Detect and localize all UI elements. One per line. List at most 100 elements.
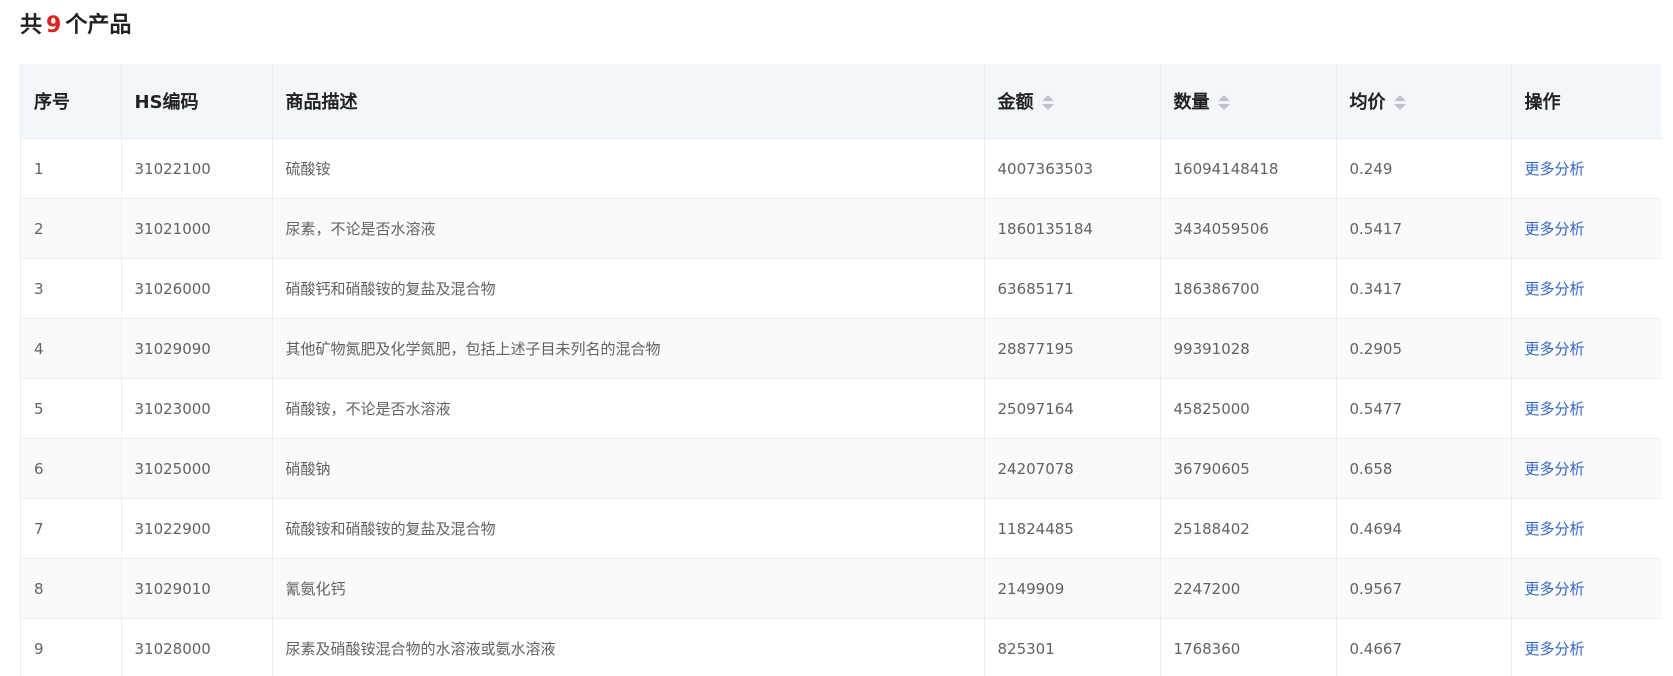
cell-unit-price: 0.5417 xyxy=(1336,198,1512,259)
cell-description: 硫酸铵 xyxy=(272,138,985,199)
cell-description: 硝酸铵，不论是否水溶液 xyxy=(272,378,985,439)
cell-quantity: 3434059506 xyxy=(1160,198,1337,259)
more-analysis-link[interactable]: 更多分析 xyxy=(1525,640,1585,658)
cell-index: 3 xyxy=(21,258,122,319)
more-analysis-link[interactable]: 更多分析 xyxy=(1525,340,1585,358)
cell-description: 氰氨化钙 xyxy=(272,558,985,619)
cell-unit-price: 0.9567 xyxy=(1336,558,1512,619)
header-action-label: 操作 xyxy=(1524,92,1561,113)
cell-index: 4 xyxy=(21,318,122,379)
header-unit-price-label: 均价 xyxy=(1349,92,1386,113)
header-index-label: 序号 xyxy=(34,92,70,113)
cell-unit-price: 0.4667 xyxy=(1336,618,1512,676)
cell-action: 更多分析 xyxy=(1511,258,1661,319)
cell-description: 尿素，不论是否水溶液 xyxy=(272,198,985,259)
table-row: 2 31021000 尿素，不论是否水溶液 1860135184 3434059… xyxy=(21,198,1661,259)
cell-hs-code: 31026000 xyxy=(121,258,273,319)
cell-action: 更多分析 xyxy=(1511,498,1661,559)
summary-suffix: 个产品 xyxy=(65,13,132,38)
header-index: 序号 xyxy=(21,64,122,139)
cell-unit-price: 0.5477 xyxy=(1336,378,1512,439)
table-body: 1 31022100 硫酸铵 4007363503 16094148418 0.… xyxy=(21,138,1661,676)
product-table: 序号 HS编码 商品描述 金额 数量 均价 操作 1 31022100 硫酸铵 … xyxy=(21,64,1661,676)
table-row: 7 31022900 硫酸铵和硝酸铵的复盐及混合物 11824485 25188… xyxy=(21,498,1661,559)
product-count: 9 xyxy=(46,13,62,38)
cell-unit-price: 0.2905 xyxy=(1336,318,1512,379)
product-table-container: 序号 HS编码 商品描述 金额 数量 均价 操作 1 31022100 硫酸铵 … xyxy=(20,64,1661,676)
header-amount-label: 金额 xyxy=(997,92,1034,113)
cell-action: 更多分析 xyxy=(1511,318,1661,379)
cell-amount: 4007363503 xyxy=(984,138,1161,199)
more-analysis-link[interactable]: 更多分析 xyxy=(1525,520,1585,538)
sort-unit-price-icon[interactable] xyxy=(1393,95,1406,111)
table-row: 6 31025000 硝酸钠 24207078 36790605 0.658 更… xyxy=(21,438,1661,499)
cell-quantity: 25188402 xyxy=(1160,498,1337,559)
cell-amount: 2149909 xyxy=(984,558,1161,619)
header-action: 操作 xyxy=(1511,64,1661,139)
cell-hs-code: 31029010 xyxy=(121,558,273,619)
cell-description: 硝酸钠 xyxy=(272,438,985,499)
more-analysis-link[interactable]: 更多分析 xyxy=(1525,280,1585,298)
cell-index: 5 xyxy=(21,378,122,439)
table-row: 3 31026000 硝酸钙和硝酸铵的复盐及混合物 63685171 18638… xyxy=(21,258,1661,319)
cell-amount: 63685171 xyxy=(984,258,1161,319)
cell-quantity: 99391028 xyxy=(1160,318,1337,379)
sort-quantity-icon[interactable] xyxy=(1217,95,1230,111)
more-analysis-link[interactable]: 更多分析 xyxy=(1525,460,1585,478)
cell-amount: 28877195 xyxy=(984,318,1161,379)
cell-action: 更多分析 xyxy=(1511,558,1661,619)
product-list-page: 共 9 个产品 序号 HS编码 商品描述 金额 数量 均价 操作 1 31022… xyxy=(0,0,1673,676)
table-row: 9 31028000 尿素及硝酸铵混合物的水溶液或氨水溶液 825301 176… xyxy=(21,618,1661,676)
header-description-label: 商品描述 xyxy=(285,92,358,113)
cell-hs-code: 31022900 xyxy=(121,498,273,559)
cell-amount: 1860135184 xyxy=(984,198,1161,259)
cell-description: 其他矿物氮肥及化学氮肥，包括上述子目未列名的混合物 xyxy=(272,318,985,379)
cell-unit-price: 0.3417 xyxy=(1336,258,1512,319)
cell-unit-price: 0.249 xyxy=(1336,138,1512,199)
sort-amount-icon[interactable] xyxy=(1041,95,1054,111)
header-hs-code: HS编码 xyxy=(121,64,273,139)
cell-hs-code: 31025000 xyxy=(121,438,273,499)
more-analysis-link[interactable]: 更多分析 xyxy=(1525,220,1585,238)
cell-description: 尿素及硝酸铵混合物的水溶液或氨水溶液 xyxy=(272,618,985,676)
cell-description: 硝酸钙和硝酸铵的复盐及混合物 xyxy=(272,258,985,319)
cell-quantity: 1768360 xyxy=(1160,618,1337,676)
cell-quantity: 186386700 xyxy=(1160,258,1337,319)
cell-amount: 825301 xyxy=(984,618,1161,676)
cell-index: 9 xyxy=(21,618,122,676)
cell-unit-price: 0.658 xyxy=(1336,438,1512,499)
header-quantity[interactable]: 数量 xyxy=(1160,64,1337,139)
cell-quantity: 45825000 xyxy=(1160,378,1337,439)
table-header-row: 序号 HS编码 商品描述 金额 数量 均价 操作 xyxy=(21,64,1661,139)
cell-action: 更多分析 xyxy=(1511,138,1661,199)
cell-action: 更多分析 xyxy=(1511,198,1661,259)
cell-quantity: 36790605 xyxy=(1160,438,1337,499)
cell-hs-code: 31029090 xyxy=(121,318,273,379)
table-row: 1 31022100 硫酸铵 4007363503 16094148418 0.… xyxy=(21,138,1661,199)
product-count-summary: 共 9 个产品 xyxy=(20,10,131,42)
cell-hs-code: 31028000 xyxy=(121,618,273,676)
summary-prefix: 共 xyxy=(20,13,43,38)
more-analysis-link[interactable]: 更多分析 xyxy=(1525,400,1585,418)
cell-description: 硫酸铵和硝酸铵的复盐及混合物 xyxy=(272,498,985,559)
cell-action: 更多分析 xyxy=(1511,378,1661,439)
header-quantity-label: 数量 xyxy=(1173,92,1210,113)
cell-action: 更多分析 xyxy=(1511,618,1661,676)
cell-quantity: 2247200 xyxy=(1160,558,1337,619)
cell-index: 8 xyxy=(21,558,122,619)
header-description: 商品描述 xyxy=(272,64,985,139)
cell-hs-code: 31022100 xyxy=(121,138,273,199)
cell-action: 更多分析 xyxy=(1511,438,1661,499)
more-analysis-link[interactable]: 更多分析 xyxy=(1525,580,1585,598)
cell-index: 1 xyxy=(21,138,122,199)
cell-amount: 11824485 xyxy=(984,498,1161,559)
header-amount[interactable]: 金额 xyxy=(984,64,1161,139)
table-row: 8 31029010 氰氨化钙 2149909 2247200 0.9567 更… xyxy=(21,558,1661,619)
more-analysis-link[interactable]: 更多分析 xyxy=(1525,160,1585,178)
header-hs-code-label: HS编码 xyxy=(134,92,199,113)
cell-amount: 25097164 xyxy=(984,378,1161,439)
header-unit-price[interactable]: 均价 xyxy=(1336,64,1512,139)
cell-quantity: 16094148418 xyxy=(1160,138,1337,199)
cell-index: 2 xyxy=(21,198,122,259)
cell-index: 6 xyxy=(21,438,122,499)
